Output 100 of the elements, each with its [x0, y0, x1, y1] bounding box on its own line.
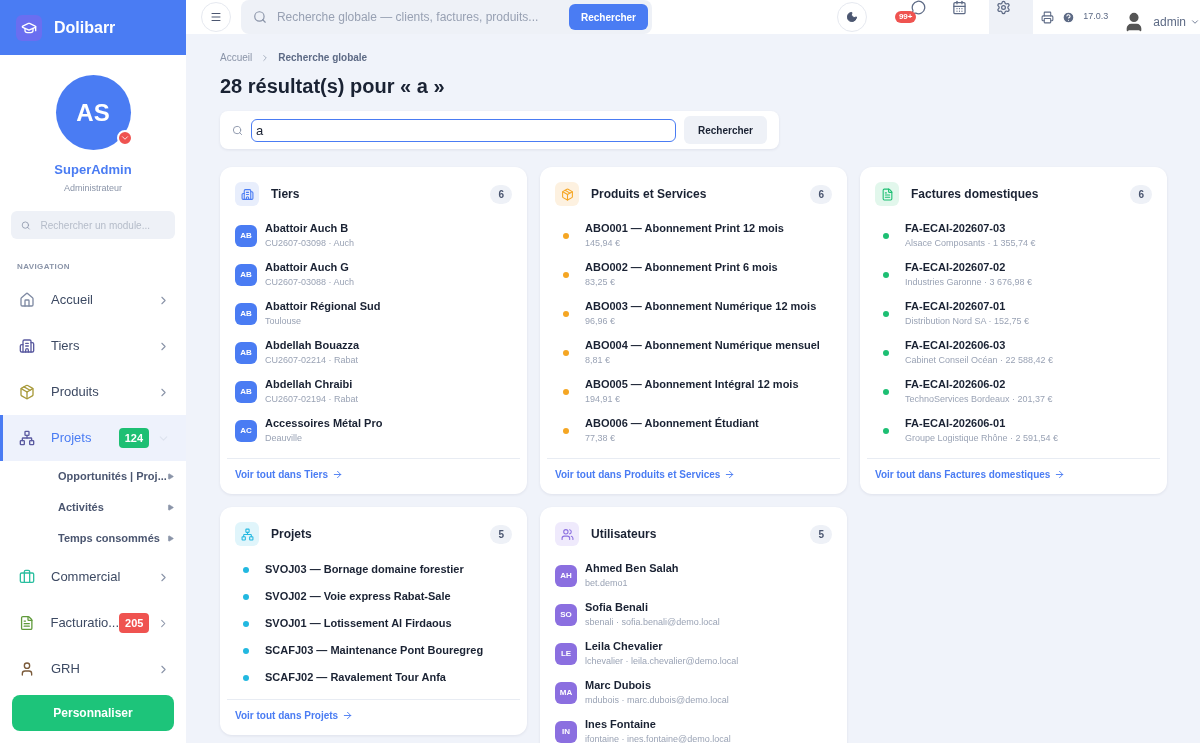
result-item[interactable]: AB Abdellah Bouazza CU2607-02214 · Rabat: [235, 333, 512, 372]
result-item[interactable]: FA-ECAI-202606-02 TechnoServices Bordeaux · 201,37 €: [875, 372, 1152, 411]
sidebar-item-label: Commercial: [51, 568, 122, 587]
result-item[interactable]: FA-ECAI-202607-01 Distribution Nord SA · 152,75 €: [875, 294, 1152, 333]
result-item[interactable]: SVOJ03 — Bornage domaine forestier: [235, 556, 512, 583]
item-subtitle: sbenali · sofia.benali@demo.local: [585, 616, 720, 628]
see-all-link[interactable]: Voir tout dans Factures domestiques: [875, 467, 1152, 482]
result-item[interactable]: ABO003 — Abonnement Numérique 12 mois 96,96 €: [555, 294, 832, 333]
item-title: ABO005 — Abonnement Intégral 12 mois: [585, 378, 799, 392]
see-all-link[interactable]: Voir tout dans Produits et Services: [555, 467, 832, 482]
see-all-link[interactable]: Voir tout dans Tiers: [235, 467, 512, 482]
result-item[interactable]: SO Sofia Benali sbenali · sofia.benali@demo.local: [555, 595, 832, 634]
sidebar-item[interactable]: Tiers: [0, 323, 186, 369]
see-all-link[interactable]: Voir tout dans Projets: [235, 708, 512, 723]
initials-avatar: AB: [235, 302, 257, 325]
result-item[interactable]: ABO005 — Abonnement Intégral 12 mois 194,91 €: [555, 372, 832, 411]
arrow-right-icon: [332, 469, 343, 480]
result-item[interactable]: ABO004 — Abonnement Numérique mensuel 8,81 €: [555, 333, 832, 372]
result-item[interactable]: SCAFJ02 — Ravalement Tour Anfa: [235, 664, 512, 691]
result-item[interactable]: AC Accessoires Métal Pro Deauville: [235, 411, 512, 450]
result-item[interactable]: SVOJ02 — Voie express Rabat-Sale: [235, 583, 512, 610]
submenu-item[interactable]: Opportunités | Proj...: [0, 461, 186, 492]
submenu-item[interactable]: Activités: [0, 492, 186, 523]
count-badge: 124: [118, 427, 149, 449]
item-title: ABO004 — Abonnement Numérique mensuel: [585, 339, 820, 353]
result-item[interactable]: SCAFJ03 — Maintenance Pont Bouregreg: [235, 637, 512, 664]
result-item[interactable]: ABO006 — Abonnement Étudiant 77,38 €: [555, 411, 832, 450]
count-badge: 6: [490, 184, 512, 204]
result-item[interactable]: AB Abdellah Chraibi CU2607-02194 · Rabat: [235, 372, 512, 411]
printer-icon[interactable]: [1041, 10, 1055, 24]
result-item[interactable]: ABO002 — Abonnement Print 6 mois 83,25 €: [555, 255, 832, 294]
item-title: Ahmed Ben Salah: [585, 562, 679, 576]
person-icon: [19, 661, 35, 677]
result-item[interactable]: AB Abattoir Régional Sud Toulouse: [235, 294, 512, 333]
item-subtitle: CU2607-03098 · Auch: [265, 237, 355, 249]
global-search-field[interactable]: Recherche globale — clients, factures, produits... Rechercher: [240, 0, 652, 34]
item-title: SVOJ02 — Voie express Rabat-Sale: [265, 589, 451, 604]
item-subtitle: 96,96 €: [585, 315, 617, 327]
result-item[interactable]: FA-ECAI-202607-03 Alsace Composants · 1 355,74 €: [875, 216, 1152, 255]
sidebar-item-label: Facturatio...: [50, 614, 120, 633]
item-title: FA-ECAI-202607-03: [905, 222, 1007, 236]
help-icon[interactable]: [1062, 10, 1076, 24]
moon-icon: [845, 11, 858, 23]
box-icon: [19, 384, 35, 400]
sidebar-item[interactable]: Projets 124: [0, 415, 186, 461]
breadcrumb-item: Recherche globale: [278, 51, 368, 65]
item-title: Abattoir Auch G: [265, 261, 350, 275]
result-item[interactable]: ABO001 — Abonnement Print 12 mois 145,94 €: [555, 216, 832, 255]
home-icon: [19, 292, 35, 308]
sidebar-item[interactable]: Commercial: [0, 554, 186, 600]
result-item[interactable]: MA Marc Dubois mdubois · marc.dubois@demo.local: [555, 673, 832, 712]
item-title: Marc Dubois: [585, 679, 652, 693]
item-subtitle: 8,81 €: [585, 354, 612, 366]
briefcase-icon: [19, 569, 35, 585]
users-icon: [555, 522, 579, 546]
item-subtitle: lchevalier · leila.chevalier@demo.local: [585, 655, 739, 667]
item-title: SVOJ01 — Lotissement Al Firdaous: [265, 616, 452, 631]
item-subtitle: Industries Garonne · 3 676,98 €: [905, 276, 1033, 288]
user-menu[interactable]: admin: [1123, 11, 1200, 33]
card-title: Factures domestiques: [911, 186, 1040, 203]
play-icon: [167, 535, 174, 542]
item-title: ABO002 — Abonnement Print 6 mois: [585, 261, 778, 275]
sidebar-item[interactable]: Facturatio... 205: [0, 600, 186, 646]
sidebar-item[interactable]: Produits: [0, 369, 186, 415]
box-icon: [555, 182, 579, 206]
sidebar-item[interactable]: Accueil: [0, 277, 186, 323]
calendar-icon[interactable]: [951, 0, 967, 15]
item-title: FA-ECAI-202607-02: [905, 261, 1007, 275]
result-item[interactable]: FA-ECAI-202606-03 Cabinet Conseil Océan · 22 588,42 €: [875, 333, 1152, 372]
settings-icon[interactable]: [995, 0, 1011, 15]
item-title: Accessoires Métal Pro: [265, 417, 383, 431]
result-item[interactable]: AB Abattoir Auch G CU2607-03088 · Auch: [235, 255, 512, 294]
result-item[interactable]: AB Abattoir Auch B CU2607-03098 · Auch: [235, 216, 512, 255]
item-title: Sofia Benali: [585, 601, 649, 615]
initials-avatar: IN: [555, 720, 577, 743]
item-title: FA-ECAI-202606-01: [905, 417, 1007, 431]
sidebar-item[interactable]: GRH: [0, 646, 186, 692]
search-field[interactable]: a: [250, 118, 676, 142]
card-title: Utilisateurs: [591, 526, 658, 543]
result-item[interactable]: IN Ines Fontaine ifontaine · ines.fontaine@demo.local: [555, 712, 832, 743]
result-item[interactable]: SVOJ01 — Lotissement Al Firdaous: [235, 610, 512, 637]
hierarchy-icon: [19, 430, 35, 446]
submenu-item[interactable]: Temps consommés: [0, 523, 186, 554]
result-item[interactable]: FA-ECAI-202606-01 Groupe Logistique Rhône · 2 591,54 €: [875, 411, 1152, 450]
result-item[interactable]: LE Leila Chevalier lchevalier · leila.chevalier@demo.local: [555, 634, 832, 673]
result-item[interactable]: FA-ECAI-202607-02 Industries Garonne · 3 676,98 €: [875, 255, 1152, 294]
card-title: Produits et Services: [591, 186, 708, 203]
item-title: Abattoir Régional Sud: [265, 300, 381, 314]
menu-icon: [209, 11, 222, 23]
page-title: 28 résultat(s) pour « a »: [220, 74, 446, 99]
result-item[interactable]: AH Ahmed Ben Salah bet.demo1: [555, 556, 832, 595]
sidebar-item-label: Projets: [51, 429, 93, 448]
section-heading: NAVIGATION: [17, 261, 72, 273]
item-subtitle: Distribution Nord SA · 152,75 €: [905, 315, 1030, 327]
item-title: SCAFJ02 — Ravalement Tour Anfa: [265, 670, 446, 685]
chat-icon[interactable]: [910, 0, 926, 15]
item-subtitle: Cabinet Conseil Océan · 22 588,42 €: [905, 354, 1054, 366]
search-button[interactable]: Rechercher: [683, 116, 767, 144]
item-title: Leila Chevalier: [585, 640, 664, 654]
search-button[interactable]: Rechercher: [569, 4, 648, 30]
